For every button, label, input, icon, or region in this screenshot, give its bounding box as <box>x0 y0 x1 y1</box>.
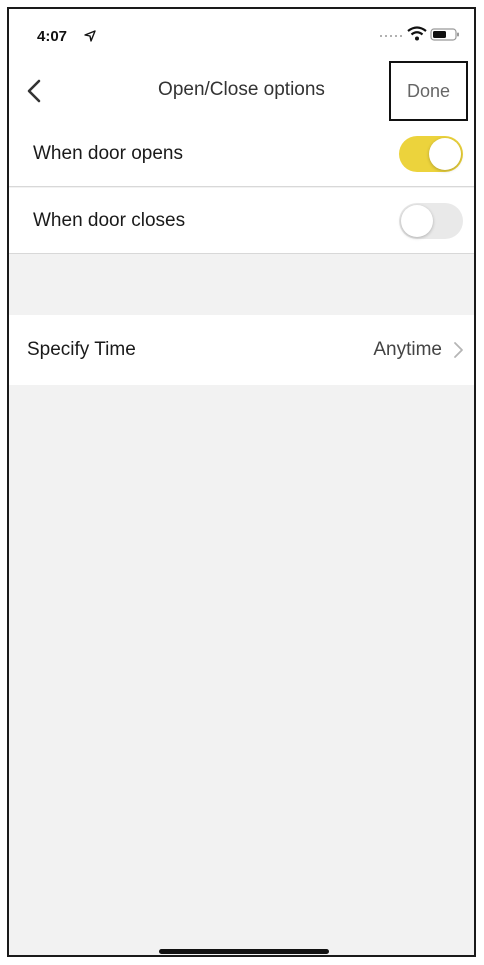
signal-dots-icon <box>380 35 402 37</box>
chevron-right-icon <box>454 342 463 358</box>
location-arrow-icon <box>84 30 96 42</box>
phone-screen: 4:07 Open/Close options Done When door o… <box>7 7 476 957</box>
specify-time-label: Specify Time <box>27 339 136 360</box>
door-closes-label: When door closes <box>33 209 186 231</box>
door-opens-label: When door opens <box>33 142 183 164</box>
toggle-knob <box>429 137 461 170</box>
status-time: 4:07 <box>37 28 68 45</box>
specify-time-row[interactable]: Specify Time Anytime <box>9 315 474 385</box>
door-closes-row: When door closes <box>9 188 474 254</box>
door-opens-toggle[interactable] <box>399 135 463 172</box>
done-button[interactable]: Done <box>389 61 468 121</box>
door-opens-row: When door opens <box>9 121 474 187</box>
door-closes-toggle[interactable] <box>399 202 463 239</box>
home-indicator[interactable] <box>159 949 329 954</box>
toggle-knob <box>401 204 433 237</box>
wifi-icon <box>407 26 427 41</box>
battery-icon <box>430 28 459 41</box>
status-bar: 4:07 <box>9 9 474 61</box>
specify-time-value: Anytime <box>373 339 442 360</box>
navigation-bar: Open/Close options Done <box>9 61 474 121</box>
